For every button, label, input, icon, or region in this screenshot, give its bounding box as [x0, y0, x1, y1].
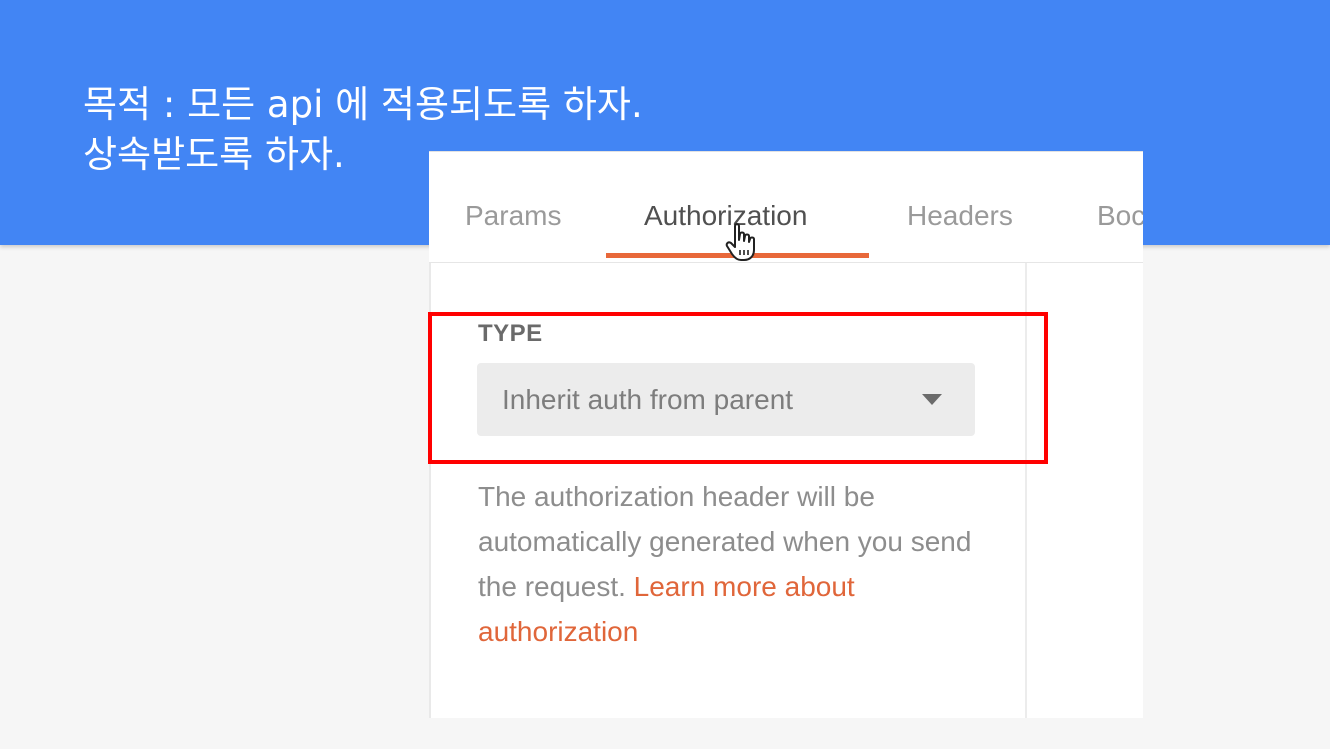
- tab-body[interactable]: Boc: [1097, 200, 1143, 232]
- hand-pointer-icon: [725, 223, 755, 261]
- highlight-box: [428, 312, 1048, 464]
- tab-headers[interactable]: Headers: [907, 200, 1013, 232]
- tab-params[interactable]: Params: [465, 200, 561, 232]
- request-tabs: Params Authorization Headers Boc: [429, 152, 1143, 263]
- auth-description: The authorization header will be automat…: [478, 474, 998, 654]
- slide-title-line-1: 목적 : 모든 api 에 적용되도록 하자.: [83, 83, 643, 126]
